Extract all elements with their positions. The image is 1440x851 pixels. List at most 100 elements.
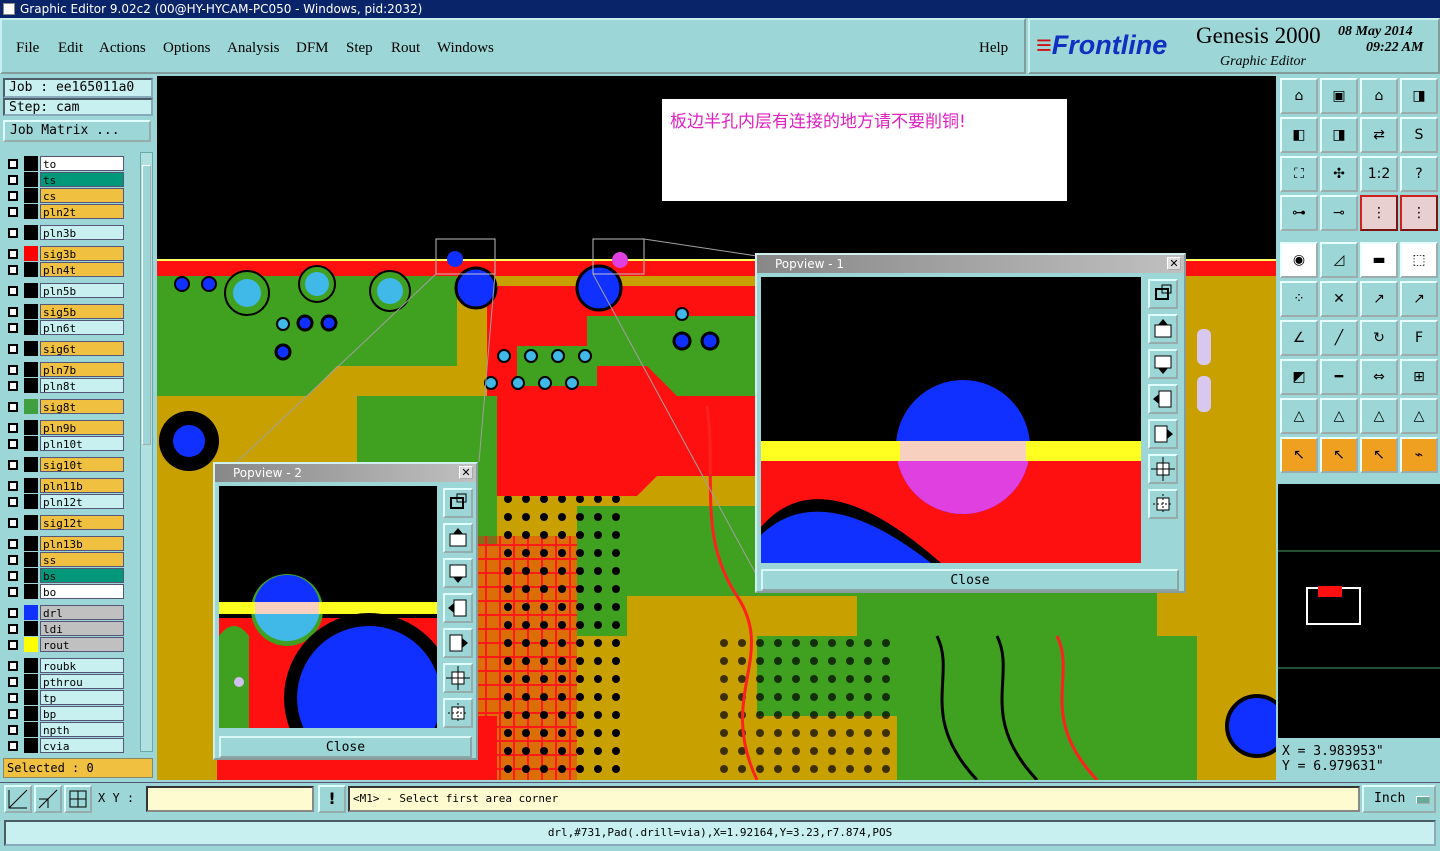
layer-checkbox[interactable] [8, 175, 18, 185]
layer-name[interactable]: sig6t [40, 341, 124, 356]
help-icon[interactable]: ? [1400, 156, 1438, 192]
layer-checkbox[interactable] [8, 159, 18, 169]
layer-swatch[interactable] [24, 738, 38, 753]
layer-checkbox[interactable] [8, 555, 18, 565]
layer-swatch[interactable] [24, 478, 38, 493]
layer-row-ldi[interactable]: ldi [6, 621, 124, 636]
menu-edit[interactable]: Edit [58, 40, 83, 57]
zoom-fit-icon[interactable]: ⛶ [1280, 156, 1318, 192]
angle-snap-icon[interactable] [34, 785, 62, 813]
layer-checkbox[interactable] [8, 207, 18, 217]
pads-group-icon[interactable]: ⊞ [1400, 359, 1438, 395]
warning-1-icon[interactable]: △ [1280, 398, 1318, 434]
mirror-icon[interactable]: ⇄ [1360, 117, 1398, 153]
layer-checkbox[interactable] [8, 191, 18, 201]
layer-checkbox[interactable] [8, 381, 18, 391]
menu-step[interactable]: Step [346, 40, 373, 57]
resize-icon[interactable]: ━ [1320, 359, 1358, 395]
layer-swatch[interactable] [24, 436, 38, 451]
layer-checkbox[interactable] [8, 640, 18, 650]
popview-2-pan-right-button[interactable] [443, 628, 473, 658]
popview-1-view[interactable] [761, 277, 1145, 563]
save-view-icon[interactable]: ▣ [1320, 78, 1358, 114]
window-split-icon[interactable]: ◨ [1400, 78, 1438, 114]
job-matrix-button[interactable]: Job Matrix ... [3, 120, 151, 142]
layer-row-pln9b[interactable]: pln9b [6, 420, 124, 435]
home-step-icon[interactable]: ⌂ [1280, 78, 1318, 114]
layer-checkbox[interactable] [8, 725, 18, 735]
layer-swatch[interactable] [24, 457, 38, 472]
house-icon[interactable]: ⌂ [1360, 78, 1398, 114]
layer-checkbox[interactable] [8, 608, 18, 618]
layer-row-sig10t[interactable]: sig10t [6, 457, 124, 472]
layer-row-sig8t[interactable]: sig8t [6, 399, 124, 414]
layer-name[interactable]: pln4t [40, 262, 124, 277]
layer-row-drl[interactable]: drl [6, 605, 124, 620]
layer-swatch[interactable] [24, 690, 38, 705]
layer-swatch[interactable] [24, 204, 38, 219]
layer-row-to[interactable]: to [6, 156, 124, 171]
menu-windows[interactable]: Windows [437, 40, 494, 57]
layer-swatch[interactable] [24, 658, 38, 673]
layer-swatch[interactable] [24, 156, 38, 171]
layer-row-pln8t[interactable]: pln8t [6, 378, 124, 393]
layer-name[interactable]: bp [40, 706, 124, 721]
popview-2-zoom-out-button[interactable] [443, 698, 473, 728]
warning-3-icon[interactable]: △ [1360, 398, 1398, 434]
select-area-icon[interactable]: ⬚ [1400, 242, 1438, 278]
layer-checkbox[interactable] [8, 571, 18, 581]
popview-2-pan-down-button[interactable] [443, 558, 473, 588]
layer-row-pln4t[interactable]: pln4t [6, 262, 124, 277]
popview-2-zoom-in-button[interactable] [443, 663, 473, 693]
layer-checkbox[interactable] [8, 661, 18, 671]
popview-2-titlebar[interactable]: Popview - 2 ✕ [215, 464, 476, 482]
layer-name[interactable]: bs [40, 568, 124, 583]
layer-name[interactable]: pln9b [40, 420, 124, 435]
layer-checkbox[interactable] [8, 497, 18, 507]
warning-2-icon[interactable]: △ [1320, 398, 1358, 434]
popview-1-zoom-in-button[interactable] [1148, 454, 1178, 484]
layer-name[interactable]: bo [40, 584, 124, 599]
layer-swatch[interactable] [24, 399, 38, 414]
popview-1-pan-down-button[interactable] [1148, 349, 1178, 379]
layer-name[interactable]: pln2t [40, 204, 124, 219]
layer-row-sig6t[interactable]: sig6t [6, 341, 124, 356]
layer-name[interactable]: sig5b [40, 304, 124, 319]
menu-help[interactable]: Help [979, 40, 1008, 57]
layer-swatch[interactable] [24, 584, 38, 599]
popview-1-close-button[interactable]: Close [761, 569, 1179, 591]
layer-checkbox[interactable] [8, 307, 18, 317]
layer-name[interactable]: drl [40, 605, 124, 620]
layer-name[interactable]: pln11b [40, 478, 124, 493]
layer-checkbox[interactable] [8, 677, 18, 687]
popview-2-zoom-fit-button[interactable] [443, 488, 473, 518]
layer-swatch[interactable] [24, 515, 38, 530]
pointer-box-icon[interactable]: ↖ [1320, 437, 1358, 473]
layer-name[interactable]: cs [40, 188, 124, 203]
layer-name[interactable]: sig8t [40, 399, 124, 414]
menu-options[interactable]: Options [163, 40, 211, 57]
snap-icon[interactable] [4, 785, 32, 813]
menu-actions[interactable]: Actions [99, 40, 146, 57]
layer-swatch[interactable] [24, 283, 38, 298]
layer-name[interactable]: rout [40, 637, 124, 652]
redraw-icon[interactable]: S [1400, 117, 1438, 153]
layer-row-sig5b[interactable]: sig5b [6, 304, 124, 319]
select-feature-icon[interactable]: ◉ [1280, 242, 1318, 278]
layer-name[interactable]: cvia [40, 738, 124, 753]
layer-name[interactable]: roubk [40, 658, 124, 673]
layer-checkbox[interactable] [8, 460, 18, 470]
layer-name[interactable]: pln5b [40, 283, 124, 298]
layer-swatch[interactable] [24, 188, 38, 203]
layer-name[interactable]: sig10t [40, 457, 124, 472]
layer-checkbox[interactable] [8, 423, 18, 433]
menu-dfm[interactable]: DFM [296, 40, 329, 57]
scrollbar-thumb[interactable] [142, 165, 151, 445]
layer-checkbox[interactable] [8, 709, 18, 719]
layer-row-pln13b[interactable]: pln13b [6, 536, 124, 551]
layer-swatch[interactable] [24, 494, 38, 509]
layer-row-cs[interactable]: cs [6, 188, 124, 203]
add-pad-icon[interactable]: ⁘ [1280, 281, 1318, 317]
layer-name[interactable]: npth [40, 722, 124, 737]
layer-name[interactable]: to [40, 156, 124, 171]
